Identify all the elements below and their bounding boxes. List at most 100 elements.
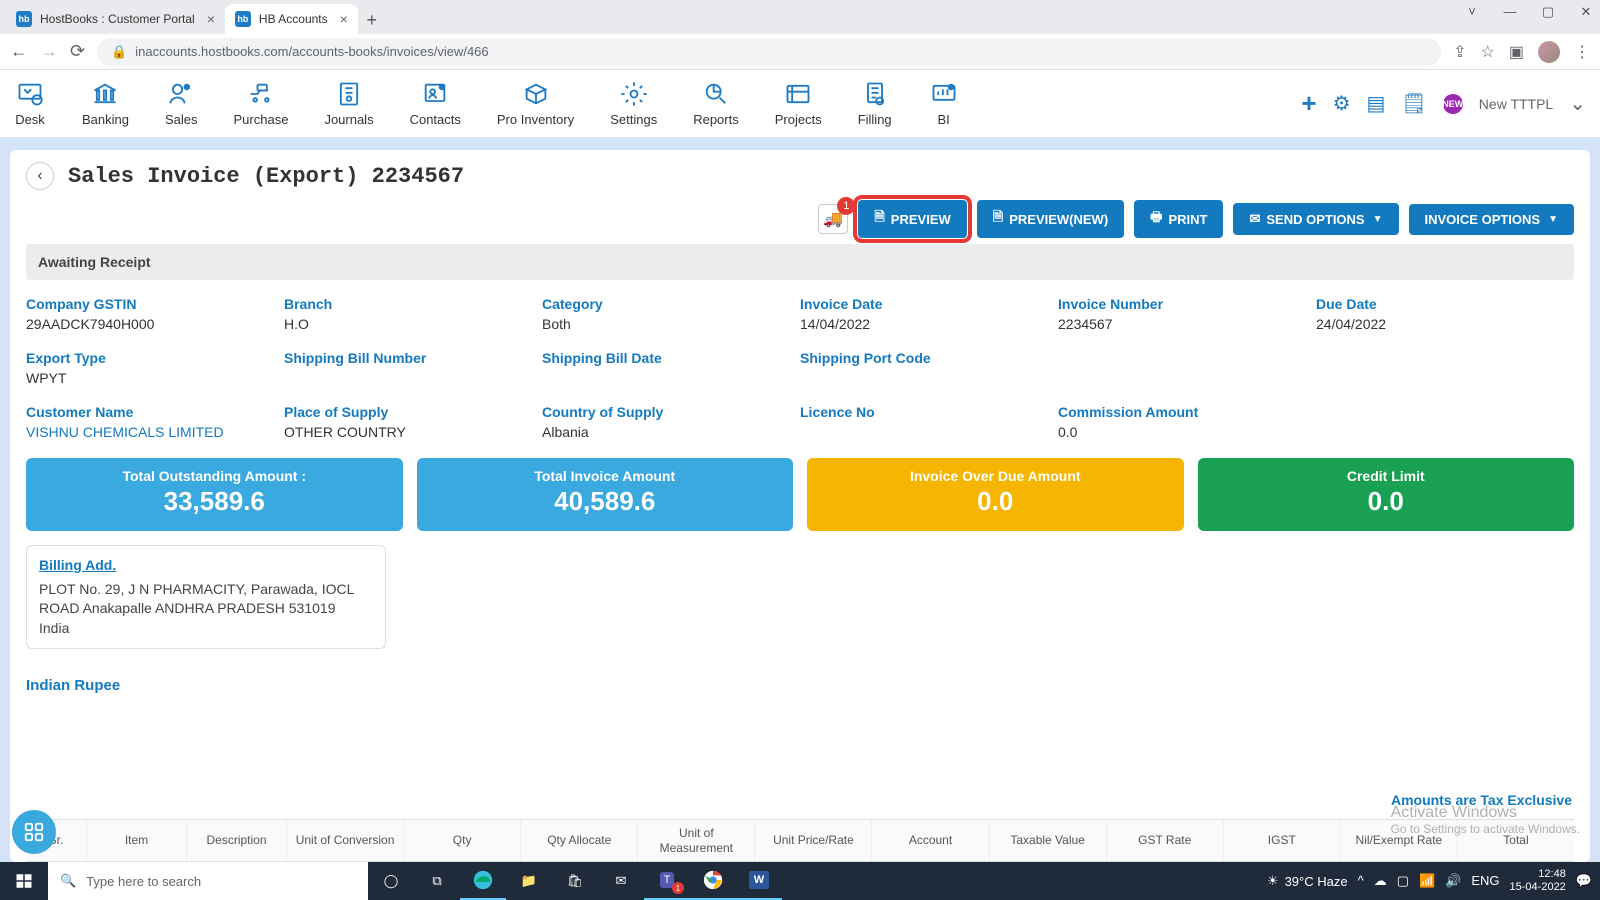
url-input[interactable]: 🔒 inaccounts.hostbooks.com/accounts-book… <box>97 38 1441 66</box>
th-price: Unit Price/Rate <box>754 820 871 861</box>
reports-icon <box>700 80 732 108</box>
ship-bill-date-label: Shipping Bill Date <box>542 350 800 366</box>
volume-icon[interactable]: 🔊 <box>1445 873 1461 889</box>
clock[interactable]: 12:48 15-04-2022 <box>1510 868 1566 894</box>
back-icon[interactable]: ← <box>10 41 28 62</box>
settings-icon <box>618 80 650 108</box>
pos-label: Place of Supply <box>284 404 542 420</box>
nav-purchase[interactable]: Purchase <box>234 80 289 127</box>
nav-bi[interactable]: BI <box>928 80 960 127</box>
ship-port-label: Shipping Port Code <box>800 350 1058 366</box>
nav-filling[interactable]: Filling <box>858 80 892 127</box>
preview-new-button[interactable]: 🗎PREVIEW(NEW) <box>977 200 1124 238</box>
nav-projects[interactable]: Projects <box>775 80 822 127</box>
chevron-down-icon[interactable]: ⌄ <box>1569 91 1586 116</box>
maximize-icon[interactable]: ▢ <box>1538 4 1558 20</box>
back-button[interactable]: ‹ <box>26 162 54 190</box>
pos-value: OTHER COUNTRY <box>284 424 542 440</box>
stat-overdue: Invoice Over Due Amount0.0 <box>807 458 1184 531</box>
currency-label: Indian Rupee <box>26 677 1574 694</box>
teams-icon[interactable]: T1 <box>644 862 690 900</box>
billing-heading[interactable]: Billing Add. <box>39 556 373 576</box>
nav-settings[interactable]: Settings <box>610 80 657 127</box>
action-bar: 🚚 1 🗎PREVIEW 🗎PREVIEW(NEW) 🖶PRINT ✉SEND … <box>10 200 1590 244</box>
invoice-fields: Company GSTIN29AADCK7940H000 BranchH.O C… <box>26 296 1574 440</box>
chevron-up-icon[interactable]: ^ <box>1358 873 1364 889</box>
mail-icon[interactable]: ✉ <box>598 862 644 900</box>
send-options-button[interactable]: ✉SEND OPTIONS▼ <box>1233 203 1398 235</box>
customer-value[interactable]: VISHNU CHEMICALS LIMITED <box>26 424 284 440</box>
tab-label: HB Accounts <box>259 12 328 26</box>
gear-icon[interactable]: ⚙ <box>1333 91 1351 116</box>
nav-contacts[interactable]: Contacts <box>410 80 461 127</box>
battery-icon[interactable]: ▢ <box>1397 873 1409 889</box>
due-date-label: Due Date <box>1316 296 1574 312</box>
export-type-value: WPYT <box>26 370 284 386</box>
tab-customer-portal[interactable]: hb HostBooks : Customer Portal × <box>6 4 225 34</box>
th-total: Total <box>1457 820 1574 861</box>
start-button[interactable] <box>0 862 48 900</box>
gstin-label: Company GSTIN <box>26 296 284 312</box>
profile-avatar[interactable] <box>1538 41 1560 63</box>
stat-credit: Credit Limit0.0 <box>1198 458 1575 531</box>
user-name[interactable]: New TTTPL <box>1479 96 1553 112</box>
eway-button[interactable]: 🚚 1 <box>818 204 848 234</box>
nav-sales[interactable]: Sales <box>165 80 198 127</box>
forward-icon[interactable]: → <box>40 41 58 62</box>
taskbar-search[interactable]: 🔍 Type here to search <box>48 862 368 900</box>
extensions-icon[interactable]: ▣ <box>1509 42 1524 62</box>
new-badge-icon[interactable]: NEW <box>1443 94 1463 114</box>
plus-icon[interactable]: + <box>1301 88 1316 119</box>
search-placeholder: Type here to search <box>86 874 201 889</box>
commission-label: Commission Amount <box>1058 404 1316 420</box>
more-icon[interactable]: ⋮ <box>1574 42 1590 62</box>
preview-button[interactable]: 🗎PREVIEW <box>858 200 966 238</box>
star-icon[interactable]: ☆ <box>1481 42 1495 62</box>
edge-icon[interactable] <box>460 862 506 900</box>
reload-icon[interactable]: ⟳ <box>70 41 85 62</box>
nav-journals[interactable]: Journals <box>324 80 373 127</box>
sun-icon: ☀ <box>1267 873 1279 889</box>
apps-float-button[interactable] <box>12 810 56 854</box>
cos-value: Albania <box>542 424 800 440</box>
close-icon[interactable]: × <box>340 11 348 27</box>
address-bar: ← → ⟳ 🔒 inaccounts.hostbooks.com/account… <box>0 34 1600 70</box>
print-icon: 🖶 <box>1150 208 1162 230</box>
page-header: ‹ Sales Invoice (Export) 2234567 <box>10 162 1590 200</box>
explorer-icon[interactable]: 📁 <box>506 862 552 900</box>
commission-value: 0.0 <box>1058 424 1316 440</box>
word-icon[interactable]: W <box>736 862 782 900</box>
th-nil: Nil/Exempt Rate <box>1340 820 1457 861</box>
lock-icon: 🔒 <box>111 44 127 60</box>
licence-label: Licence No <box>800 404 1058 420</box>
language-indicator[interactable]: ENG <box>1471 873 1499 889</box>
chevron-down-icon[interactable]: ˅ <box>1462 4 1482 20</box>
new-tab-button[interactable]: + <box>358 6 386 34</box>
invoice-number-label: Invoice Number <box>1058 296 1316 312</box>
stat-cards: Total Outstanding Amount :33,589.6 Total… <box>26 458 1574 531</box>
branch-value: H.O <box>284 316 542 332</box>
store-icon[interactable]: 🛍 <box>552 862 598 900</box>
calculator-icon[interactable]: ▤ <box>1367 91 1386 116</box>
print-button[interactable]: 🖶PRINT <box>1134 200 1223 238</box>
nav-banking[interactable]: Banking <box>82 80 129 127</box>
wifi-icon[interactable]: 📶 <box>1419 873 1435 889</box>
tab-hb-accounts[interactable]: hb HB Accounts × <box>225 4 358 34</box>
weather-widget[interactable]: ☀ 39°C Haze <box>1267 873 1348 889</box>
nav-desk[interactable]: Desk <box>14 80 46 127</box>
invoice-options-button[interactable]: INVOICE OPTIONS▼ <box>1409 204 1574 235</box>
nav-inventory[interactable]: Pro Inventory <box>497 80 574 127</box>
cortana-icon[interactable]: ⧉ <box>414 862 460 900</box>
notes-icon[interactable]: 🗒 <box>1401 91 1426 116</box>
onedrive-icon[interactable]: ☁ <box>1374 873 1387 889</box>
share-icon[interactable]: ⇪ <box>1453 42 1466 62</box>
notifications-icon[interactable]: 💬 <box>1576 873 1592 889</box>
journals-icon <box>333 80 365 108</box>
minimize-icon[interactable]: — <box>1500 4 1520 20</box>
chrome-icon[interactable] <box>690 862 736 900</box>
close-window-icon[interactable]: ✕ <box>1576 4 1596 20</box>
nav-reports[interactable]: Reports <box>693 80 739 127</box>
close-icon[interactable]: × <box>207 11 215 27</box>
task-view-icon[interactable]: ◯ <box>368 862 414 900</box>
th-desc: Description <box>186 820 286 861</box>
